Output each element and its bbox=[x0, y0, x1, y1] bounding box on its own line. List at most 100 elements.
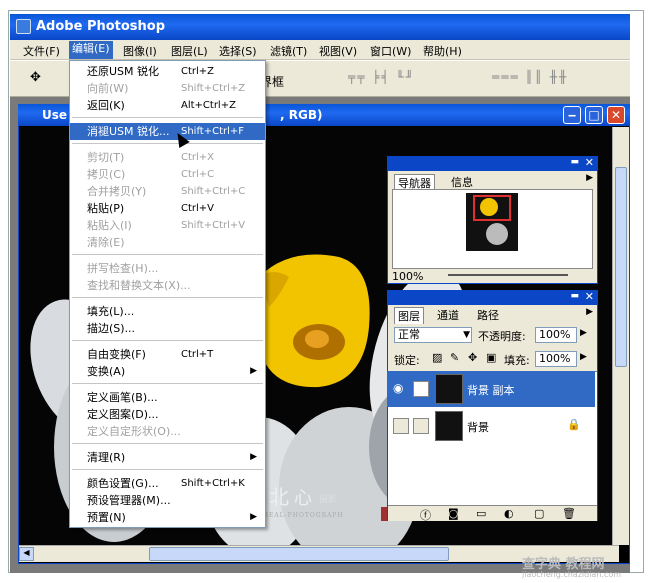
menu-image[interactable]: 图像(I) bbox=[123, 43, 157, 59]
edit-menu-item[interactable]: 变换(A) ▶ bbox=[70, 363, 265, 380]
menu-item-shortcut: Shift+Ctrl+K bbox=[181, 478, 245, 489]
tab-info[interactable]: 信息 bbox=[448, 174, 476, 190]
menu-file[interactable]: 文件(F) bbox=[23, 43, 60, 59]
edit-menu-item[interactable]: 还原USM 锐化 Ctrl+Z bbox=[70, 63, 265, 80]
edit-menu-item: 剪切(T) Ctrl+X bbox=[70, 149, 265, 166]
tab-layers[interactable]: 图层 bbox=[394, 307, 424, 324]
panel-menu-icon[interactable]: ▶ bbox=[586, 307, 593, 317]
menu-separator bbox=[72, 443, 263, 444]
adjustment-layer-icon[interactable]: ◐ bbox=[504, 507, 514, 520]
menu-item-shortcut: Alt+Ctrl+Z bbox=[181, 100, 236, 111]
new-layer-icon[interactable]: ▢ bbox=[534, 507, 544, 520]
edit-menu-item[interactable]: 返回(K) Alt+Ctrl+Z bbox=[70, 97, 265, 114]
lock-paint-icon[interactable]: ✎ bbox=[450, 351, 459, 364]
menu-item-shortcut: Shift+Ctrl+C bbox=[181, 186, 246, 197]
edit-menu: 还原USM 锐化 Ctrl+Z 向前(W) Shift+Ctrl+Z 返回(K) Alt+… bbox=[69, 60, 266, 528]
edit-menu-item[interactable]: 定义图案(D)... bbox=[70, 406, 265, 423]
chevron-down-icon: ▼ bbox=[463, 330, 470, 340]
layer-thumbnail bbox=[435, 374, 463, 404]
edit-menu-item[interactable]: 粘贴(P) Ctrl+V bbox=[70, 200, 265, 217]
app-title: Adobe Photoshop bbox=[36, 19, 166, 34]
zoom-slider[interactable] bbox=[448, 274, 568, 276]
edit-menu-item[interactable]: 描边(S)... bbox=[70, 320, 265, 337]
blend-mode-select[interactable]: 正常 ▼ bbox=[394, 327, 472, 343]
opacity-value: 100% bbox=[539, 328, 571, 341]
menu-layer[interactable]: 图层(L) bbox=[171, 43, 208, 59]
menu-filter[interactable]: 滤镜(T) bbox=[270, 43, 307, 59]
menu-view[interactable]: 视图(V) bbox=[319, 43, 357, 59]
layer-row-copy[interactable]: ◉ 背景 副本 bbox=[387, 371, 595, 407]
menu-item-label: 还原USM 锐化 bbox=[87, 65, 160, 78]
visibility-toggle[interactable] bbox=[393, 418, 409, 434]
tab-channels[interactable]: 通道 bbox=[434, 307, 462, 323]
fill-value: 100% bbox=[539, 352, 571, 365]
menu-help[interactable]: 帮助(H) bbox=[423, 43, 462, 59]
panel-minimize-icon[interactable]: ▬ bbox=[570, 291, 579, 301]
edit-menu-item[interactable]: 颜色设置(G)... Shift+Ctrl+K bbox=[70, 475, 265, 492]
menubar: 文件(F) 编辑(E) 图像(I) 图层(L) 选择(S) 滤镜(T) 视图(V… bbox=[10, 40, 630, 60]
menu-item-label: 剪切(T) bbox=[87, 151, 125, 164]
vertical-scrollbar[interactable] bbox=[612, 127, 629, 545]
menu-select[interactable]: 选择(S) bbox=[219, 43, 257, 59]
navigator-thumbnail[interactable] bbox=[466, 193, 518, 251]
svg-text:心: 心 bbox=[294, 488, 312, 509]
edit-menu-item[interactable]: 定义画笔(B)... bbox=[70, 389, 265, 406]
close-icon[interactable]: ✕ bbox=[607, 106, 625, 124]
navigator-zoom[interactable]: 100% bbox=[392, 270, 423, 283]
opacity-field[interactable]: 100% bbox=[535, 327, 577, 343]
menu-item-label: 定义画笔(B)... bbox=[87, 391, 158, 404]
layer-name[interactable]: 背景 副本 bbox=[467, 382, 515, 398]
panel-close-icon[interactable]: ✕ bbox=[585, 156, 594, 169]
panel-close-icon[interactable]: ✕ bbox=[585, 290, 594, 303]
trash-icon[interactable]: 🗑 bbox=[562, 507, 576, 520]
menu-item-label: 填充(L)... bbox=[87, 305, 135, 318]
menu-item-label: 清理(R) bbox=[87, 451, 126, 464]
navigator-titlebar[interactable]: ▬ ✕ bbox=[388, 156, 597, 171]
edit-menu-item[interactable]: 消褪USM 锐化... Shift+Ctrl+F bbox=[70, 123, 265, 140]
lock-transparency-icon[interactable]: ▨ bbox=[432, 351, 442, 364]
menu-item-shortcut: Ctrl+Z bbox=[181, 66, 215, 77]
maximize-icon[interactable]: □ bbox=[585, 106, 603, 124]
submenu-arrow-icon: ▶ bbox=[250, 512, 257, 522]
tab-paths[interactable]: 路径 bbox=[474, 307, 502, 323]
menu-item-label: 查找和替换文本(X)... bbox=[87, 279, 191, 292]
menu-item-shortcut: Ctrl+X bbox=[181, 152, 215, 163]
fill-arrow-icon[interactable]: ▶ bbox=[580, 352, 587, 362]
panel-menu-icon[interactable]: ▶ bbox=[586, 173, 593, 183]
new-group-icon[interactable]: ▭ bbox=[476, 507, 486, 520]
edit-menu-item[interactable]: 填充(L)... bbox=[70, 303, 265, 320]
scroll-left-icon[interactable]: ◀ bbox=[19, 547, 34, 561]
layer-style-icon[interactable]: ⓕ bbox=[420, 507, 431, 523]
edit-menu-item: 清除(E) bbox=[70, 234, 265, 251]
edit-menu-item: 拼写检查(H)... bbox=[70, 260, 265, 277]
edit-menu-item[interactable]: 预置(N) ▶ bbox=[70, 509, 265, 526]
layers-titlebar[interactable]: ▬ ✕ bbox=[388, 290, 597, 305]
move-tool-icon[interactable]: ✥ bbox=[30, 70, 52, 88]
brush-link-icon[interactable] bbox=[413, 381, 429, 397]
layer-row-background[interactable]: 背景 🔒 bbox=[387, 408, 595, 444]
menu-item-label: 拼写检查(H)... bbox=[87, 262, 159, 275]
align-buttons-icon[interactable]: ╤╤ ╞╡ ╙╜ bbox=[348, 70, 415, 88]
distribute-buttons-icon[interactable]: ═══ ║║ ╫╫ bbox=[492, 70, 568, 88]
link-toggle[interactable] bbox=[413, 418, 429, 434]
menu-item-label: 自由变换(F) bbox=[87, 348, 146, 361]
edit-menu-item[interactable]: 清理(R) ▶ bbox=[70, 449, 265, 466]
opacity-arrow-icon[interactable]: ▶ bbox=[580, 328, 587, 338]
menu-edit[interactable]: 编辑(E) bbox=[69, 41, 113, 59]
layer-mask-icon[interactable]: ◙ bbox=[448, 507, 459, 520]
edit-menu-item[interactable]: 自由变换(F) Ctrl+T bbox=[70, 346, 265, 363]
minimize-icon[interactable]: ‒ bbox=[563, 106, 581, 124]
panel-minimize-icon[interactable]: ▬ bbox=[570, 157, 579, 167]
lock-move-icon[interactable]: ✥ bbox=[468, 351, 477, 364]
edit-menu-item[interactable]: 预设管理器(M)... bbox=[70, 492, 265, 509]
layer-name[interactable]: 背景 bbox=[467, 419, 489, 435]
eye-icon[interactable]: ◉ bbox=[393, 381, 403, 395]
navigator-view-box[interactable] bbox=[473, 195, 511, 221]
menu-item-label: 返回(K) bbox=[87, 99, 125, 112]
menu-window[interactable]: 窗口(W) bbox=[370, 43, 411, 59]
menu-item-label: 合并拷贝(Y) bbox=[87, 185, 147, 198]
fill-field[interactable]: 100% bbox=[535, 351, 577, 367]
menu-item-shortcut: Shift+Ctrl+F bbox=[181, 126, 245, 137]
lock-all-icon[interactable]: ▣ bbox=[486, 351, 496, 364]
menu-item-label: 颜色设置(G)... bbox=[87, 477, 159, 490]
